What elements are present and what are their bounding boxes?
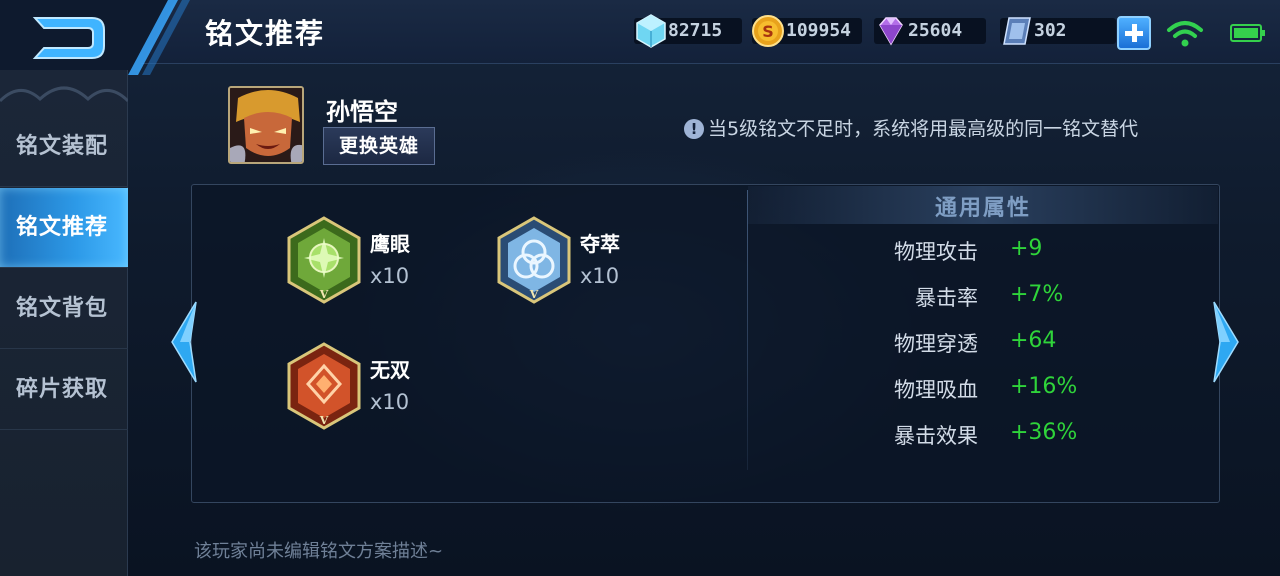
attribute-value: +7%: [1010, 282, 1064, 307]
attributes-title: 通用属性: [934, 196, 1031, 221]
recharge-button[interactable]: [1117, 16, 1151, 50]
scheme-description: 该玩家尚未编辑铭文方案描述~: [194, 541, 444, 562]
attribute-value: +36%: [1010, 420, 1078, 445]
rune-count: x10: [370, 390, 410, 414]
rune-notice: ! 当5级铭文不足时，系统将用最高级的同一铭文替代: [684, 114, 1138, 141]
hero-name: 孙悟空: [326, 98, 398, 126]
voucher-counter[interactable]: 302: [1000, 17, 1116, 45]
svg-text:S: S: [762, 22, 774, 41]
attribute-row: 物理穿透 +64: [760, 328, 1200, 364]
rune-count: x10: [370, 264, 410, 288]
svg-text:V: V: [319, 288, 329, 301]
gem-counter[interactable]: 25604: [874, 17, 986, 46]
voucher-value: 302: [1034, 20, 1067, 41]
rune-name: 夺萃: [580, 232, 620, 256]
purple-gem-icon: [879, 17, 903, 46]
sidebar-ornament: [0, 86, 128, 103]
info-icon: !: [684, 119, 704, 139]
rune-count: x10: [580, 264, 620, 288]
attribute-name: 暴击效果: [894, 424, 978, 448]
next-arrow-icon[interactable]: [1208, 300, 1244, 384]
attribute-row: 暴击率 +7%: [760, 282, 1200, 318]
sidebar-item-rune-recommend[interactable]: 铭文推荐: [0, 188, 128, 268]
attribute-name: 物理穿透: [894, 332, 978, 356]
attribute-name: 暴击率: [915, 286, 978, 310]
green-rune-icon: V: [287, 216, 361, 304]
gold-coin-icon: S: [752, 15, 784, 47]
voucher-icon: [1003, 17, 1031, 45]
attribute-name: 物理吸血: [894, 378, 978, 402]
diamond-value: 82715: [668, 20, 723, 41]
diamond-icon: [636, 14, 666, 48]
hero-avatar-image: [230, 88, 302, 162]
battery-icon: [1230, 24, 1265, 42]
attribute-row: 物理攻击 +9: [760, 236, 1200, 272]
sidebar-item-fragment[interactable]: 碎片获取: [0, 350, 128, 430]
rune-item-duo-cui[interactable]: V 夺萃 x10: [496, 216, 696, 316]
attribute-row: 暴击效果 +36%: [760, 420, 1200, 456]
rune-item-wu-shuang[interactable]: V 无双 x10: [286, 342, 486, 442]
attribute-name: 物理攻击: [894, 240, 978, 264]
rune-name: 无双: [370, 358, 410, 382]
wifi-icon: [1167, 21, 1203, 47]
blue-rune-icon: V: [497, 216, 571, 304]
gem-value: 25604: [908, 20, 963, 41]
change-hero-button[interactable]: 更换英雄: [323, 127, 435, 165]
notice-text: 当5级铭文不足时，系统将用最高级的同一铭文替代: [708, 118, 1139, 140]
rune-name: 鹰眼: [370, 232, 410, 256]
gold-value: 109954: [786, 20, 852, 41]
page-title: 铭文推荐: [205, 17, 326, 50]
rune-item-eagle-eye[interactable]: V 鹰眼 x10: [286, 216, 486, 316]
previous-arrow-icon[interactable]: [166, 300, 202, 384]
panel-divider: [747, 190, 748, 470]
attribute-value: +16%: [1010, 374, 1078, 399]
attribute-value: +9: [1010, 236, 1043, 261]
diamond-counter[interactable]: 82715: [634, 14, 742, 48]
attribute-row: 物理吸血 +16%: [760, 374, 1200, 410]
svg-text:V: V: [529, 288, 539, 301]
gold-counter[interactable]: S 109954: [752, 15, 862, 47]
red-rune-icon: V: [287, 342, 361, 430]
sidebar-item-rune-equip[interactable]: 铭文装配: [0, 107, 128, 187]
sidebar-item-rune-bag[interactable]: 铭文背包: [0, 269, 128, 349]
back-button[interactable]: [0, 0, 190, 75]
attribute-value: +64: [1010, 328, 1057, 353]
hero-portrait[interactable]: [228, 86, 304, 164]
svg-text:V: V: [319, 414, 329, 427]
